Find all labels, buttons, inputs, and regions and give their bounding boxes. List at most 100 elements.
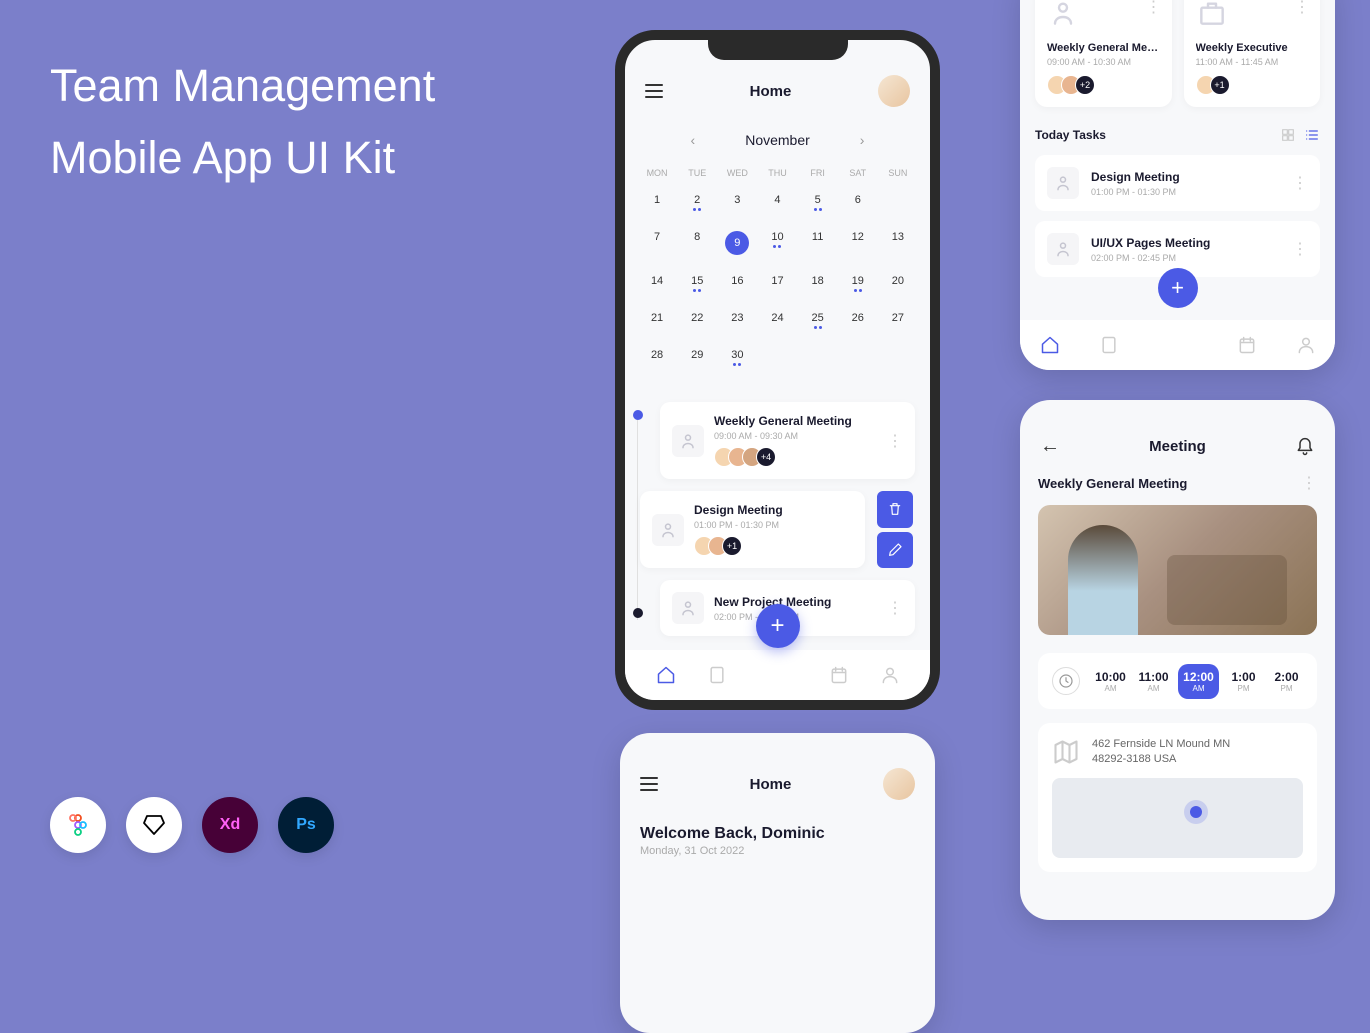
cal-day[interactable]: 4 [757, 190, 797, 215]
task-time: 01:00 PM - 01:30 PM [1091, 187, 1280, 197]
cal-day[interactable]: 2 [677, 190, 717, 215]
cal-day[interactable]: 18 [798, 271, 838, 296]
cal-day[interactable]: 10 [757, 227, 797, 259]
time-slot-selected[interactable]: 12:00AM [1178, 664, 1219, 699]
phone-home: Home Welcome Back, Dominic Monday, 31 Oc… [620, 733, 935, 1033]
document-icon[interactable] [1099, 335, 1119, 355]
cal-day[interactable] [798, 345, 838, 370]
cal-day[interactable]: 8 [677, 227, 717, 259]
more-icon[interactable]: ⋮ [887, 598, 903, 618]
day-head: TUE [677, 168, 717, 178]
task-title: Design Meeting [1091, 170, 1280, 184]
next-month-icon[interactable]: › [860, 132, 865, 148]
tool-icons-row: Xd Ps [50, 797, 334, 853]
phone-meeting-detail: ← Meeting Weekly General Meeting ⋮ 10:00… [1020, 400, 1335, 920]
cal-day[interactable]: 19 [838, 271, 878, 296]
prev-month-icon[interactable]: ‹ [691, 132, 696, 148]
meeting-time: 01:00 PM - 01:30 PM [694, 520, 853, 530]
cal-day[interactable]: 25 [798, 308, 838, 333]
time-slot[interactable]: 2:00PM [1270, 670, 1303, 693]
cal-day[interactable]: 16 [717, 271, 757, 296]
cal-day[interactable]: 26 [838, 308, 878, 333]
more-icon[interactable]: ⋮ [1292, 173, 1308, 193]
cal-day[interactable]: 20 [878, 271, 918, 296]
cal-day[interactable]: 12 [838, 227, 878, 259]
add-button[interactable]: + [756, 604, 800, 648]
cal-day[interactable]: 22 [677, 308, 717, 333]
group-icon [1047, 233, 1079, 265]
cal-day[interactable]: 24 [757, 308, 797, 333]
briefcase-icon [1196, 0, 1228, 29]
meeting-image [1038, 505, 1317, 635]
ps-icon: Ps [278, 797, 334, 853]
cal-day[interactable]: 21 [637, 308, 677, 333]
calendar-icon[interactable] [1237, 335, 1257, 355]
avatar-extra-badge: +1 [722, 536, 742, 556]
avatar[interactable] [883, 768, 915, 800]
map-icon [1052, 738, 1080, 766]
back-icon[interactable]: ← [1040, 435, 1060, 458]
cal-day[interactable]: 17 [757, 271, 797, 296]
edit-button[interactable] [877, 532, 913, 569]
cal-day-selected[interactable]: 9 [717, 227, 757, 259]
map-pin-icon [1190, 806, 1202, 818]
cal-day[interactable] [838, 345, 878, 370]
home-icon[interactable] [656, 665, 676, 685]
cal-day[interactable] [878, 190, 918, 215]
grid-view-icon[interactable] [1280, 127, 1296, 143]
more-icon[interactable]: ⋮ [1146, 0, 1162, 17]
mini-meeting-card[interactable]: ⋮ Weekly Executive 11:00 AM - 11:45 AM +… [1184, 0, 1321, 107]
menu-icon[interactable] [640, 777, 658, 791]
cal-day[interactable]: 1 [637, 190, 677, 215]
cal-day[interactable]: 14 [637, 271, 677, 296]
mini-title: Weekly Executive [1196, 42, 1309, 54]
meeting-card[interactable]: Weekly General Meeting 09:00 AM - 09:30 … [660, 402, 915, 479]
figma-icon [50, 797, 106, 853]
location-card: 462 Fernside LN Mound MN 48292-3188 USA [1038, 723, 1317, 872]
more-icon[interactable]: ⋮ [887, 431, 903, 451]
bell-icon[interactable] [1295, 437, 1315, 457]
profile-icon[interactable] [1296, 335, 1316, 355]
cal-day[interactable]: 30 [717, 345, 757, 370]
profile-icon[interactable] [880, 665, 900, 685]
calendar-month: November [745, 132, 810, 148]
page-heading: Team Management Mobile App UI Kit [50, 50, 435, 194]
time-slot[interactable]: 11:00AM [1137, 670, 1170, 693]
cal-day[interactable]: 23 [717, 308, 757, 333]
cal-day[interactable]: 29 [677, 345, 717, 370]
detail-title: Weekly General Meeting [1038, 476, 1187, 491]
cal-day[interactable] [878, 345, 918, 370]
more-icon[interactable]: ⋮ [1301, 473, 1317, 493]
cal-day[interactable]: 3 [717, 190, 757, 215]
timeline-dot [633, 608, 643, 618]
cal-day[interactable]: 28 [637, 345, 677, 370]
map-preview[interactable] [1052, 778, 1303, 858]
cal-day[interactable] [757, 345, 797, 370]
cal-day[interactable]: 13 [878, 227, 918, 259]
cal-day[interactable]: 27 [878, 308, 918, 333]
calendar-icon[interactable] [829, 665, 849, 685]
cal-day[interactable]: 15 [677, 271, 717, 296]
home-icon[interactable] [1040, 335, 1060, 355]
delete-button[interactable] [877, 491, 913, 528]
task-time: 02:00 PM - 02:45 PM [1091, 253, 1280, 263]
add-button[interactable]: + [1158, 268, 1198, 308]
avatar[interactable] [878, 75, 910, 107]
mini-meeting-card[interactable]: ⋮ Weekly General Meeting 09:00 AM - 10:3… [1035, 0, 1172, 107]
cal-day[interactable]: 6 [838, 190, 878, 215]
cal-day[interactable]: 7 [637, 227, 677, 259]
cal-day[interactable]: 11 [798, 227, 838, 259]
menu-icon[interactable] [645, 84, 663, 98]
day-head: SUN [878, 168, 918, 178]
meeting-card-swiped[interactable]: Design Meeting 01:00 PM - 01:30 PM +1 [640, 491, 865, 568]
group-icon [652, 514, 684, 546]
group-icon [672, 425, 704, 457]
time-slot[interactable]: 10:00AM [1094, 670, 1127, 693]
more-icon[interactable]: ⋮ [1292, 239, 1308, 259]
list-view-icon[interactable] [1304, 127, 1320, 143]
document-icon[interactable] [707, 665, 727, 685]
cal-day[interactable]: 5 [798, 190, 838, 215]
task-card[interactable]: Design Meeting 01:00 PM - 01:30 PM ⋮ [1035, 155, 1320, 211]
time-slot[interactable]: 1:00PM [1227, 670, 1260, 693]
more-icon[interactable]: ⋮ [1294, 0, 1310, 17]
